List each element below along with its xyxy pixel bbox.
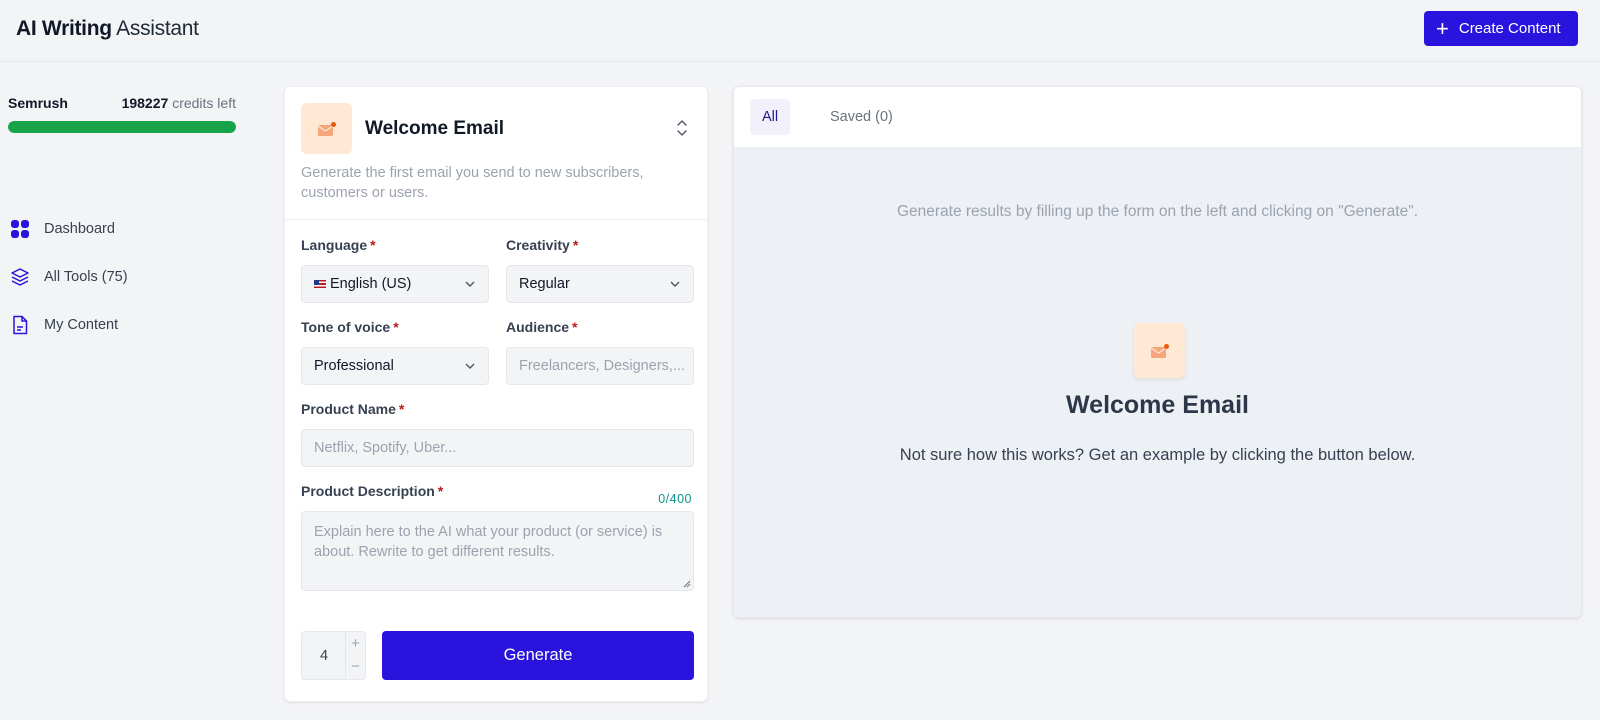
creativity-label: Creativity *: [506, 237, 578, 253]
sidebar-item-dashboard[interactable]: Dashboard: [10, 205, 128, 253]
tool-description: Generate the first email you send to new…: [301, 165, 644, 201]
credits-panel: Semrush 198227 credits left: [8, 95, 236, 133]
creativity-value: Regular: [519, 276, 570, 292]
product-name-label-text: Product Name: [301, 401, 396, 417]
audience-label-text: Audience: [506, 319, 570, 335]
generate-button[interactable]: Generate: [382, 631, 694, 680]
credits-label: credits left: [172, 95, 236, 111]
layers-icon: [11, 268, 29, 286]
product-name-label: Product Name *: [301, 401, 404, 417]
chevron-down-icon: [465, 281, 475, 287]
tab-saved[interactable]: Saved (0): [818, 99, 905, 135]
create-content-label: Create Content: [1458, 20, 1561, 37]
product-name-placeholder: Netflix, Spotify, Uber...: [314, 440, 457, 456]
character-counter: 0/400: [658, 492, 692, 506]
creativity-select[interactable]: Regular: [506, 265, 694, 303]
required-marker: *: [393, 319, 399, 335]
tool-header: Welcome Email Generate the first email y…: [285, 87, 707, 220]
quantity-stepper[interactable]: 4 + −: [301, 631, 366, 680]
increment-button[interactable]: +: [346, 632, 365, 655]
product-description-label-text: Product Description: [301, 483, 435, 499]
required-marker: *: [398, 401, 405, 417]
sidebar-item-label: Dashboard: [44, 221, 115, 237]
plus-icon: +: [1436, 15, 1449, 41]
top-bar: AI Writing Assistant + Create Content: [0, 0, 1600, 62]
creativity-label-text: Creativity: [506, 237, 570, 253]
results-tabs: All Saved (0): [734, 87, 1581, 147]
language-value: English (US): [330, 276, 412, 292]
tone-value: Professional: [314, 358, 394, 374]
switch-tool-icon[interactable]: [675, 119, 689, 137]
sidebar-nav: Dashboard All Tools (75) My Content: [10, 205, 128, 349]
language-label: Language *: [301, 237, 376, 253]
audience-placeholder: Freelancers, Designers,...: [519, 358, 686, 374]
app-title: AI Writing Assistant: [16, 17, 199, 41]
app-title-bold: AI Writing: [16, 17, 112, 40]
empty-state-icon-box: [1134, 323, 1185, 378]
product-description-textarea[interactable]: Explain here to the AI what your product…: [301, 511, 694, 591]
language-label-text: Language: [301, 237, 368, 253]
credits-amount: 198227: [121, 95, 169, 111]
tool-title: Welcome Email: [365, 118, 505, 139]
tab-all[interactable]: All: [750, 99, 791, 135]
results-panel: All Saved (0) Generate results by fillin…: [733, 86, 1582, 618]
chevron-down-icon: [465, 363, 475, 369]
product-description-placeholder: Explain here to the AI what your product…: [314, 524, 663, 560]
tone-select[interactable]: Professional: [301, 347, 489, 385]
credits-progress-bar: [8, 121, 236, 133]
decrement-button[interactable]: −: [346, 655, 365, 678]
mail-icon: [317, 121, 336, 136]
sidebar-item-all-tools[interactable]: All Tools (75): [10, 253, 128, 301]
required-marker: *: [572, 237, 579, 253]
audience-input[interactable]: Freelancers, Designers,...: [506, 347, 694, 385]
grid-icon: [11, 220, 29, 238]
tone-label: Tone of voice *: [301, 319, 399, 335]
product-name-input[interactable]: Netflix, Spotify, Uber...: [301, 429, 694, 467]
audience-label: Audience *: [506, 319, 577, 335]
create-content-button[interactable]: + Create Content: [1424, 11, 1578, 46]
results-hint: Generate results by filling up the form …: [896, 203, 1419, 220]
app-title-light: Assistant: [116, 17, 199, 40]
sidebar-item-label: All Tools (75): [44, 269, 128, 285]
tool-form-card: Welcome Email Generate the first email y…: [284, 86, 708, 702]
language-select[interactable]: English (US): [301, 265, 489, 303]
document-icon: [13, 315, 28, 335]
credits-brand: Semrush: [8, 95, 68, 111]
empty-state-title: Welcome Email: [1066, 391, 1249, 419]
required-marker: *: [437, 483, 444, 499]
empty-state-subtitle: Not sure how this works? Get an example …: [899, 446, 1416, 464]
required-marker: *: [572, 319, 578, 335]
sidebar-item-label: My Content: [44, 317, 119, 333]
tone-label-text: Tone of voice: [301, 319, 391, 335]
tool-icon-box: [301, 103, 352, 154]
quantity-buttons: + −: [345, 632, 365, 679]
credits-progress-fill: [8, 121, 236, 133]
sidebar-item-my-content[interactable]: My Content: [10, 301, 128, 349]
quantity-value: 4: [319, 647, 329, 664]
product-description-label: Product Description *: [301, 483, 443, 499]
mail-icon: [1150, 343, 1169, 358]
required-marker: *: [370, 237, 376, 253]
chevron-down-icon: [670, 281, 680, 287]
resize-handle-icon[interactable]: [683, 580, 691, 588]
us-flag-icon: [314, 280, 326, 288]
